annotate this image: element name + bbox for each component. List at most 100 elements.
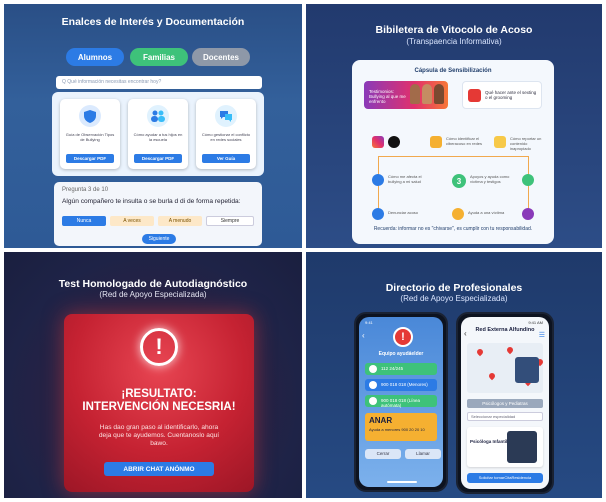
filter-button[interactable]: Psicólogos y Pediatras: [467, 399, 543, 408]
row2-text: Cómo me afecta el bullying a mi salud: [388, 174, 422, 184]
result-message: Has dao gran paso al identificarlo, ahor…: [98, 424, 220, 447]
banner-text: Testimonios: Bullying al que me enfrento: [369, 89, 406, 104]
phone-helplines: 9:41 ‹ ! Equipo ayudáelder 112 24/245 90…: [354, 312, 448, 492]
helpline-row[interactable]: 900 018 018 (Menores): [365, 379, 437, 391]
board-title: Cápsula de Sensibilización: [414, 68, 492, 74]
directory-header: Red Externa Alfundino: [475, 327, 535, 333]
tiktok-icon: [388, 136, 400, 148]
download-pdf-button[interactable]: Descargar PDF: [134, 154, 182, 163]
alert-icon: !: [140, 328, 178, 366]
avatar: [507, 431, 537, 463]
test-subtitle: (Red de Apoyo Especializada): [99, 290, 207, 299]
anar-text: Ayuda a menores 900 20 20 10: [369, 427, 425, 432]
resource-card[interactable]: Cómo ayudar a tus hijos en la escuela De…: [128, 99, 188, 169]
tab-familias[interactable]: Familias: [130, 48, 188, 66]
specialty-select[interactable]: Seleccionar especialidad: [467, 412, 543, 421]
status-time: 9:41 AM: [528, 320, 543, 325]
self-test-panel: Test Homologado de Autodiagnóstico (Red …: [4, 252, 302, 498]
anar-card[interactable]: ANAR Ayuda a menores 900 20 20 10: [365, 413, 437, 441]
map-view[interactable]: [467, 343, 545, 393]
row3-text: Denunciar acoso: [388, 210, 419, 215]
phone-directory: 9:41 AM ‹ ☰ Red Externa Alfundino Psicól…: [456, 312, 554, 494]
helpline-number: 112 24/245: [381, 366, 404, 371]
back-icon[interactable]: ‹: [362, 331, 365, 340]
folder-icon: [430, 136, 442, 148]
students-photo: [410, 84, 444, 104]
row3-text: Ayuda a una víctima: [468, 210, 505, 215]
option-a-veces[interactable]: A veces: [110, 216, 154, 226]
professional-photo: [515, 357, 539, 383]
people-icon: [147, 105, 169, 127]
search-icon: [372, 208, 384, 220]
phone-icon: [369, 365, 377, 373]
option-siempre[interactable]: Siempre: [206, 216, 254, 226]
row2-text: Apoyos y ayuda como víctima y testigos: [470, 174, 510, 184]
check-icon: [522, 174, 534, 186]
result-line-2: INTERVENCIÓN NECESRIA!: [82, 401, 236, 413]
card-text: Cómo ayudar a tus hijos en la escuela: [133, 132, 183, 142]
request-appointment-button[interactable]: Solicitar tomarCitaResidencia: [467, 473, 543, 483]
chat-icon: [215, 105, 237, 127]
row1-text: Cómo reportar un contenido inapropiado: [510, 136, 542, 151]
instagram-icon: [372, 136, 384, 148]
alert-icon: !: [393, 327, 413, 347]
search-icon: [372, 174, 384, 186]
resources-panel: Enalces de Interés y Documentación Alumn…: [4, 4, 302, 248]
helpline-row[interactable]: 112 24/245: [365, 363, 437, 375]
warning-icon: [468, 89, 481, 102]
cancel-button[interactable]: Cerrar: [365, 449, 401, 459]
map-pin-icon: [487, 371, 497, 381]
helpline-number: 900 018 018 (Menores): [381, 382, 428, 387]
quiz-panel: Pregunta 3 de 10 Algún compañero te insu…: [54, 182, 262, 246]
helpline-row[interactable]: 900 018 018 (Línea autómata): [365, 395, 437, 408]
home-indicator: [387, 481, 417, 483]
phone-icon: [369, 397, 377, 405]
result-heading: ¡RESULTATO: INTERVENCIÓN NECESRIA!: [64, 388, 254, 414]
resource-card[interactable]: Cómo gestionar el conflicto en redes soc…: [196, 99, 256, 169]
status-time: 9:41: [365, 320, 373, 325]
library-panel: Bibileterа de Vitocolo de Acoso (Transpa…: [306, 4, 602, 248]
quiz-question: Algún compañero te insulta o se burla d …: [62, 198, 241, 205]
open-anonymous-chat-button[interactable]: ABRIR CHAT ANÓNMO: [104, 462, 214, 476]
test-title: Test Homologado de Autodiagnóstico: [58, 278, 248, 290]
library-subtitle: (Transpaencia Informativa): [406, 37, 502, 46]
sexting-grooming-card[interactable]: Qué hacer ante el sexting o el grooming: [462, 81, 542, 109]
resource-card[interactable]: Guía de Observación Tipos de Bullying De…: [60, 99, 120, 169]
card-text: Guía de Observación Tipos de Bullying: [65, 132, 115, 142]
alert-icon: [494, 136, 506, 148]
step-number: 3: [452, 174, 466, 188]
result-line-1: ¡RESULTATO:: [121, 388, 197, 400]
directory-title: Directorio de Profesionales: [385, 282, 523, 294]
professional-card[interactable]: Psicóloga Infantil: [467, 427, 543, 467]
tab-alumnos[interactable]: Alumnos: [66, 48, 124, 66]
quiz-progress: Pregunta 3 de 10: [62, 187, 109, 193]
directory-panel: Directorio de Profesionales (Red de Apoy…: [306, 252, 602, 498]
sexting-text: Qué hacer ante el sexting o el grooming: [485, 90, 537, 100]
check-icon: [522, 208, 534, 220]
lock-icon: [452, 208, 464, 220]
row1-text: Cómo identificar el ciberacoso en redes: [446, 136, 483, 146]
map-pin-icon: [475, 347, 485, 357]
download-pdf-button[interactable]: Descargar PDF: [66, 154, 114, 163]
board-footer: Recuerda: informar no es "chivarse", es …: [373, 226, 533, 232]
directory-subtitle: (Red de Apoyo Especializada): [400, 294, 508, 303]
result-card: ! ¡RESULTATO: INTERVENCIÓN NECESRIA! Has…: [64, 314, 254, 492]
view-guide-button[interactable]: Ver Guía: [202, 154, 250, 163]
tab-docentes[interactable]: Docentes: [192, 48, 250, 66]
awareness-board: Cápsula de Sensibilización Testimonios: …: [352, 60, 554, 244]
menu-icon[interactable]: ☰: [539, 331, 545, 339]
next-button[interactable]: Siguiente: [142, 234, 176, 244]
library-title: Bibileterа de Vitocolo de Acoso: [375, 24, 533, 36]
helpline-number: 900 018 018 (Línea autómata): [381, 398, 421, 408]
testimonial-banner[interactable]: Testimonios: Bullying al que me enfrento: [364, 81, 448, 109]
option-nunca[interactable]: Nunca: [62, 216, 106, 226]
search-input[interactable]: Q Qué información necesitas encontrar ho…: [56, 76, 262, 89]
professional-title: Psicóloga Infantil: [470, 439, 508, 444]
back-icon[interactable]: ‹: [464, 329, 467, 338]
anar-title: ANAR: [369, 416, 393, 425]
shield-icon: [79, 105, 101, 127]
option-a-menudo[interactable]: A menudo: [158, 216, 202, 226]
map-pin-icon: [505, 345, 515, 355]
call-button[interactable]: Llamar: [405, 449, 441, 459]
helpline-header: Equipo ayudáelder: [378, 351, 424, 357]
